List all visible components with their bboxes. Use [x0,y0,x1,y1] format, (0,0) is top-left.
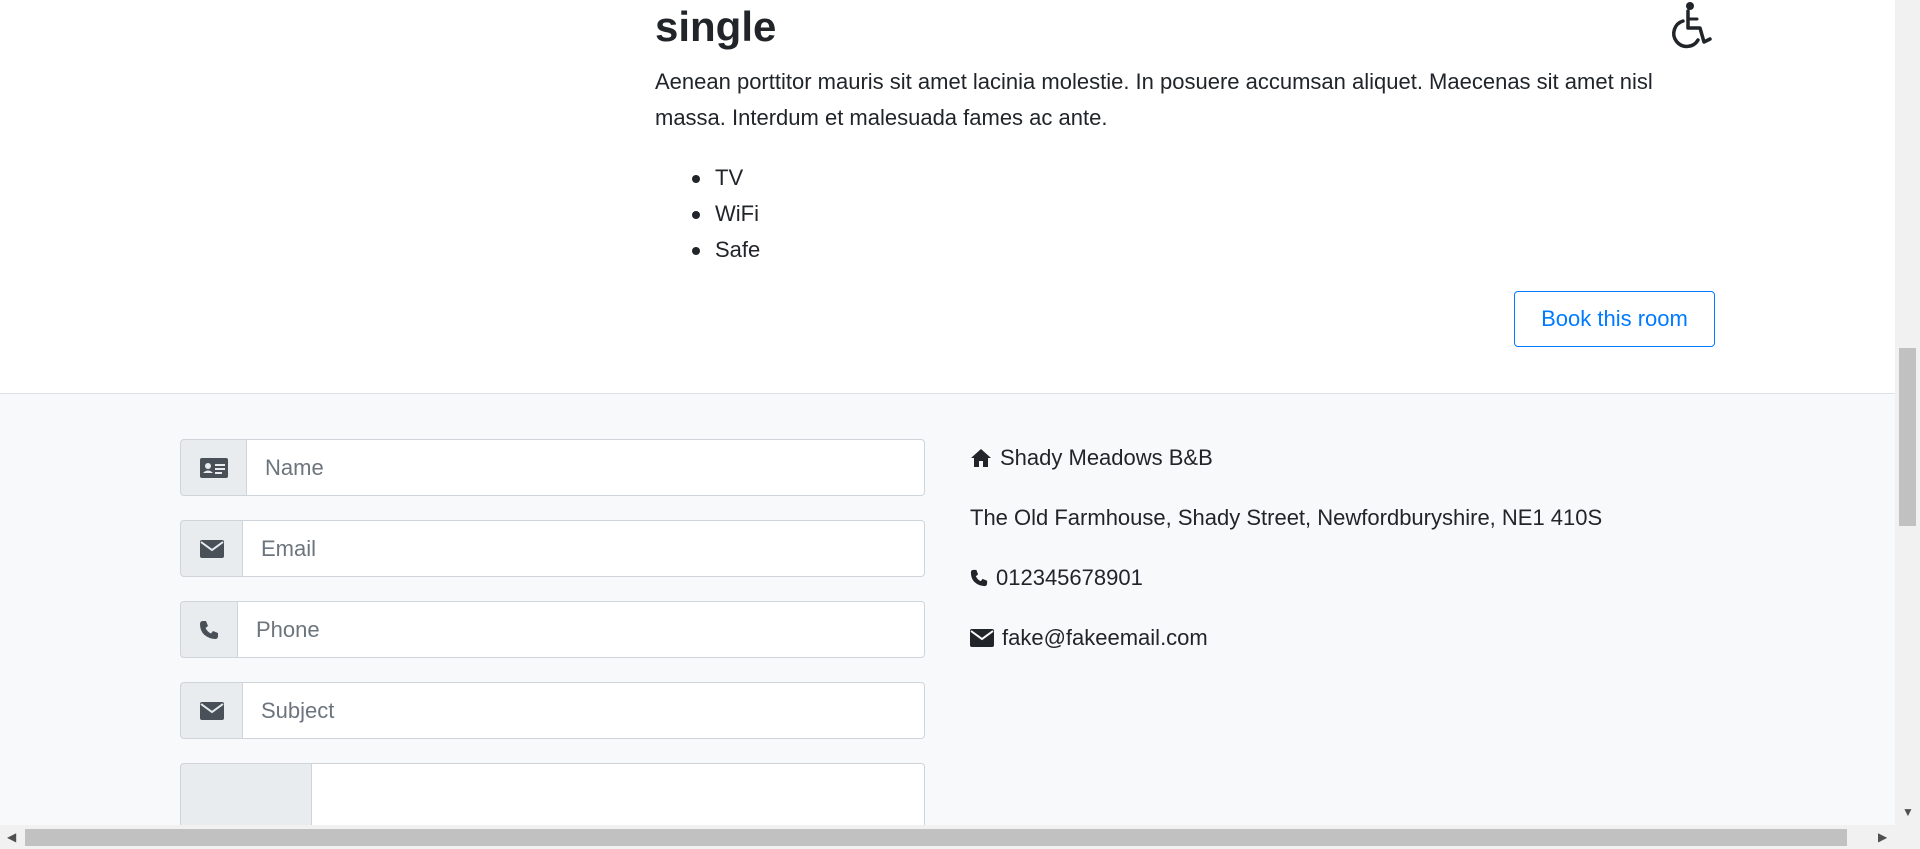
wheelchair-icon [1672,2,1712,49]
feature-item: WiFi [655,196,760,232]
business-email: fake@fakeemail.com [970,623,1208,653]
phone-icon [970,569,988,587]
room-details: single Aenean porttitor mauris sit amet … [0,0,1895,393]
message-addon [180,763,311,826]
book-room-button[interactable]: Book this room [1514,291,1715,347]
page: single Aenean porttitor mauris sit amet … [0,0,1920,849]
envelope-icon [970,629,994,647]
phone-input-group [180,601,925,658]
contact-section: Shady Meadows B&B The Old Farmhouse, Sha… [0,393,1895,826]
room-description: Aenean porttitor mauris sit amet lacinia… [655,69,1653,130]
business-name: Shady Meadows B&B [970,443,1213,473]
business-address-text: The Old Farmhouse, Shady Street, Newford… [970,505,1603,530]
feature-item: Safe [655,232,760,268]
id-card-icon [180,439,246,496]
envelope-icon [180,682,242,739]
phone-icon [180,601,237,658]
scroll-down-arrow-icon[interactable]: ▼ [1902,806,1914,818]
name-field[interactable] [246,439,925,496]
feature-item: TV [655,160,760,196]
subject-input-group [180,682,925,739]
business-phone: 012345678901 [970,563,1143,593]
email-input-group [180,520,925,577]
name-input-group [180,439,925,496]
scroll-right-arrow-icon[interactable]: ▶ [1878,831,1887,843]
message-field[interactable] [311,763,925,826]
business-phone-text: 012345678901 [996,565,1143,590]
horizontal-scrollbar-thumb[interactable] [25,829,1847,846]
scroll-left-arrow-icon[interactable]: ◀ [7,831,16,843]
business-address: The Old Farmhouse, Shady Street, Newford… [970,503,1602,533]
message-input-group [180,763,925,826]
business-email-text: fake@fakeemail.com [1002,625,1208,650]
vertical-scrollbar-thumb[interactable] [1899,348,1916,526]
feature-list: TV WiFi Safe [655,160,760,268]
subject-field[interactable] [242,682,925,739]
home-icon [971,449,991,467]
phone-field[interactable] [237,601,925,658]
business-name-text: Shady Meadows B&B [1000,445,1213,470]
envelope-icon [180,520,242,577]
room-title: single [655,3,777,50]
email-field[interactable] [242,520,925,577]
